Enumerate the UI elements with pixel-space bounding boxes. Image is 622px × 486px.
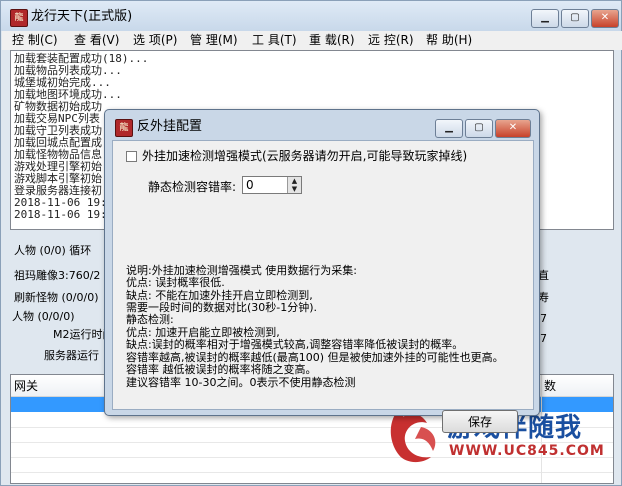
dialog-body: 外挂加速检测增强模式(云服务器请勿开启,可能导致玩家掉线) 静态检测容错率: 0… — [112, 140, 534, 433]
close-icon: ✕ — [508, 122, 518, 133]
stat-right: 7 — [540, 312, 547, 325]
spin-down-button[interactable]: ▼ — [287, 185, 301, 193]
menu-control[interactable]: 控 制(C) — [12, 33, 58, 48]
menu-view[interactable]: 查 看(V) — [74, 33, 119, 48]
desc-line: 容错率 越低被误封的概率将随之变高。 — [126, 363, 317, 376]
tolerance-label: 静态检测容错率: — [148, 180, 237, 194]
stat-refresh: 刷新怪物 (0/0/0) — [14, 291, 99, 304]
stat-right: 7 — [540, 332, 547, 345]
desc-line: 建议容错率 10-30之间。0表示不使用静态检测 — [126, 376, 356, 389]
tolerance-spinbox[interactable]: 0 ▲ ▼ — [242, 176, 302, 194]
menu-manage[interactable]: 管 理(M) — [190, 33, 238, 48]
stat-statue: 祖玛雕像3:760/2 — [14, 269, 101, 282]
desc-line: 优点: 误封概率很低. — [126, 276, 225, 289]
minimize-icon: ▁ — [445, 122, 453, 133]
menu-reload[interactable]: 重 载(R) — [309, 33, 355, 48]
save-button[interactable]: 保存 — [442, 410, 518, 433]
triangle-up-icon: ▲ — [291, 177, 298, 185]
tolerance-value: 0 — [246, 178, 254, 192]
watermark-url: WWW.UC845.COM — [449, 443, 605, 459]
dragon-app-icon: 龍 — [10, 9, 28, 27]
triangle-down-icon: ▼ — [291, 185, 298, 193]
enhanced-mode-label[interactable]: 外挂加速检测增强模式(云服务器请勿开启,可能导致玩家掉线) — [142, 149, 467, 163]
enhanced-mode-checkbox[interactable] — [126, 151, 137, 162]
stat-players: 人物 (0/0) 循环 — [14, 244, 92, 257]
close-button[interactable]: ✕ — [591, 9, 619, 28]
maximize-button[interactable]: ▢ — [561, 9, 589, 28]
menu-help[interactable]: 帮 助(H) — [426, 33, 472, 48]
stat-server-runtime: 服务器运行 — [44, 349, 99, 362]
dialog-maximize-button[interactable]: ▢ — [465, 119, 493, 138]
minimize-icon: ▁ — [541, 12, 549, 23]
anticheat-dialog: 龍 反外挂配置 ▁ ▢ ✕ 外挂加速检测增强模式(云服务器请勿开启,可能导致玩家… — [104, 109, 540, 433]
menu-tools[interactable]: 工 具(T) — [252, 33, 297, 48]
minimize-button[interactable]: ▁ — [531, 9, 559, 28]
maximize-icon: ▢ — [570, 12, 580, 23]
menu-remote[interactable]: 远 控(R) — [368, 33, 414, 48]
desc-line: 缺点:误封的概率相对于增强模式较高,调整容错率降低被误封的概率。 — [126, 338, 464, 351]
main-titlebar[interactable]: 龍 龙行天下(正式版) ▁ ▢ ✕ — [1, 1, 621, 31]
spin-up-button[interactable]: ▲ — [287, 177, 301, 185]
desc-line: 静态检测: — [126, 313, 174, 326]
dragon-dialog-icon: 龍 — [115, 119, 133, 137]
close-icon: ✕ — [600, 12, 610, 23]
dialog-title: 反外挂配置 — [137, 119, 203, 134]
menu-options[interactable]: 选 项(P) — [133, 33, 177, 48]
window-title: 龙行天下(正式版) — [31, 9, 133, 24]
menubar: 控 制(C) 查 看(V) 选 项(P) 管 理(M) 工 具(T) 重 载(R… — [2, 31, 622, 50]
dialog-close-button[interactable]: ✕ — [495, 119, 531, 138]
dialog-minimize-button[interactable]: ▁ — [435, 119, 463, 138]
stat-people: 人物 (0/0/0) — [12, 310, 75, 323]
maximize-icon: ▢ — [474, 122, 484, 133]
